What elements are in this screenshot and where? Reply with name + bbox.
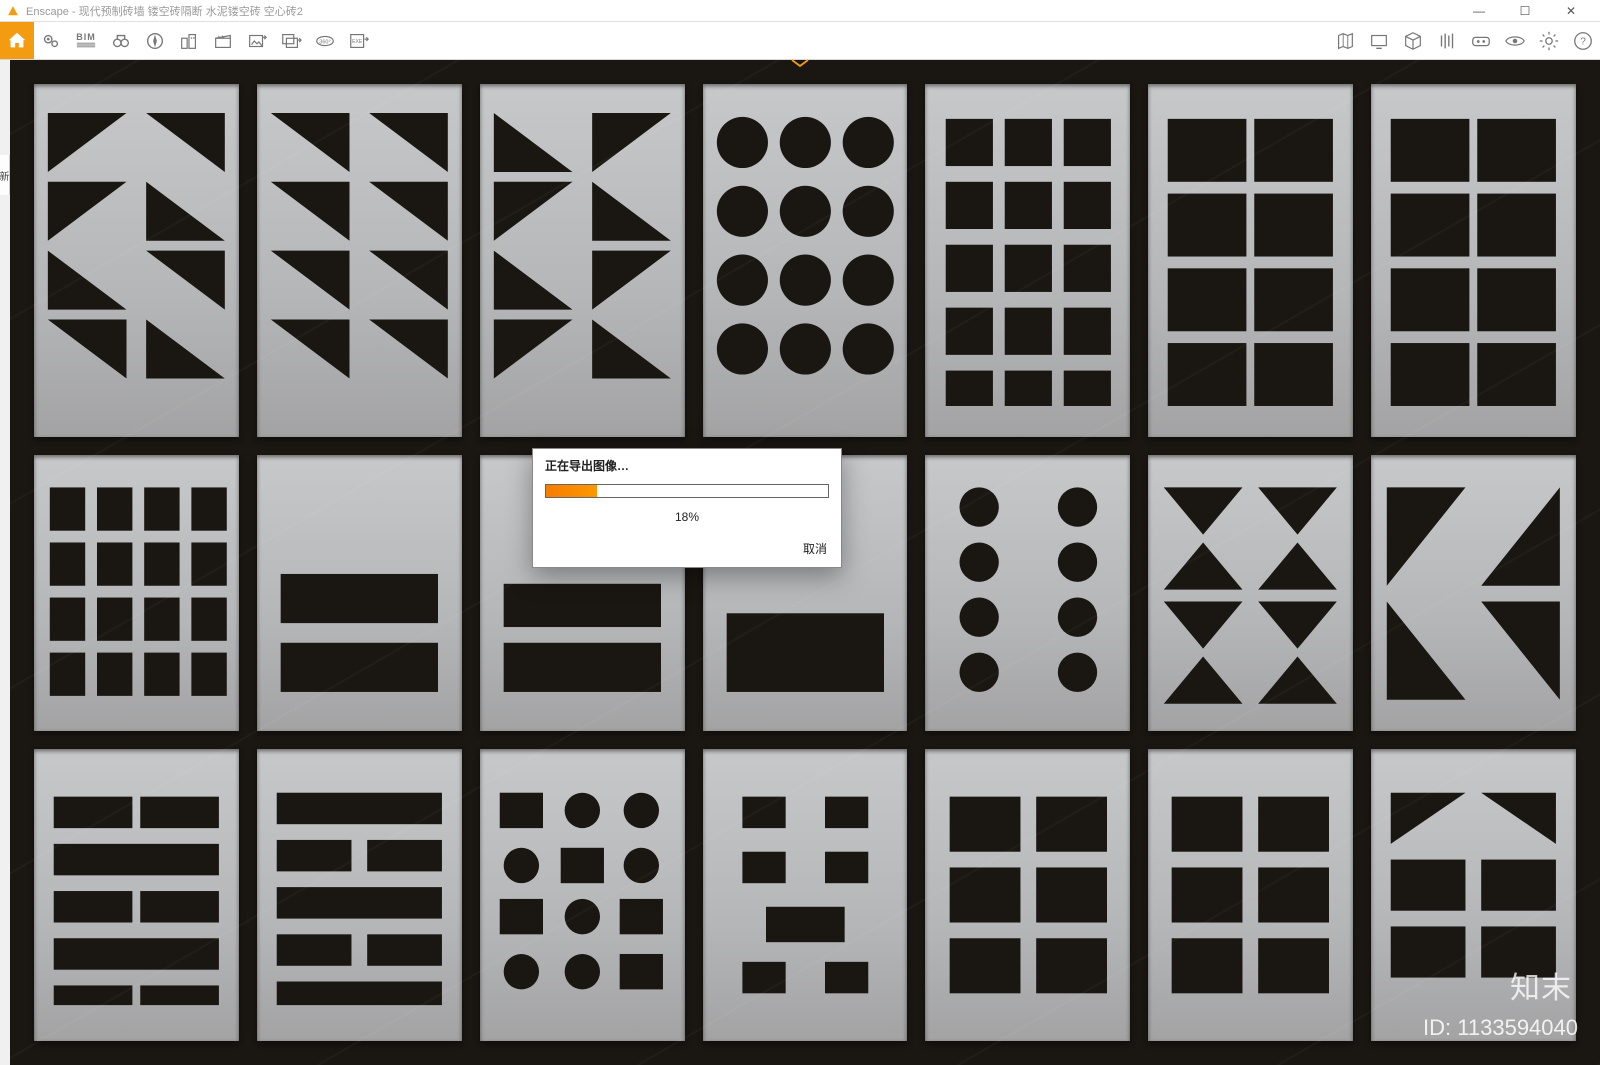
watermark-brand: 知末: [1510, 963, 1572, 1007]
sample-open-squares-2: [1371, 84, 1576, 437]
progress-fill: [546, 485, 597, 497]
dialog-title: 正在导出图像…: [533, 449, 841, 484]
cropped-background-window: 新: [0, 155, 10, 195]
compass-button[interactable]: [138, 22, 172, 59]
clapperboard-button[interactable]: [206, 22, 240, 59]
window-title: Enscape - 现代预制砖墙 镂空砖隔断 水泥镂空砖 空心砖2: [26, 3, 1456, 19]
minimize-button[interactable]: —: [1456, 0, 1502, 22]
audio-lines-button[interactable]: [1430, 22, 1464, 59]
titlebar: Enscape - 现代预制砖墙 镂空砖隔断 水泥镂空砖 空心砖2 — ☐ ✕: [0, 0, 1600, 22]
sample-tri-mixed-1: [34, 84, 239, 437]
cancel-button[interactable]: 取消: [803, 540, 827, 557]
progress-percent-label: 18%: [533, 502, 841, 534]
sample-squares-4x4: [34, 455, 239, 731]
eye-button[interactable]: [1498, 22, 1532, 59]
export-exe-button[interactable]: EXE: [342, 22, 376, 59]
location-button[interactable]: [34, 22, 68, 59]
window-controls: — ☐ ✕: [1456, 0, 1594, 22]
sample-large-rects: [925, 749, 1130, 1041]
sample-x-triangles: [1148, 455, 1353, 731]
export-image-button[interactable]: [240, 22, 274, 59]
display-button[interactable]: [1362, 22, 1396, 59]
chevron-down-icon[interactable]: [790, 56, 810, 64]
sample-diag-tri-large: [1371, 455, 1576, 731]
maximize-button[interactable]: ☐: [1502, 0, 1548, 22]
help-button[interactable]: ?: [1566, 22, 1600, 59]
sample-blank-behind-dialog: [257, 455, 462, 731]
sample-circles-small: [925, 455, 1130, 731]
export-progress-dialog: 正在导出图像… 18% 取消: [532, 448, 842, 568]
bim-button[interactable]: BIM: [68, 22, 104, 59]
sample-open-squares: [1148, 84, 1353, 437]
home-button[interactable]: [0, 22, 34, 59]
sample-squares-3x5: [925, 84, 1130, 437]
close-button[interactable]: ✕: [1548, 0, 1594, 22]
export-batch-button[interactable]: [274, 22, 308, 59]
vr-button[interactable]: [1464, 22, 1498, 59]
toolbar: BIM 360° EXE: [0, 22, 1600, 60]
sample-mixed-circle-sq: [480, 749, 685, 1041]
svg-text:EXE: EXE: [352, 38, 363, 44]
render-viewport[interactable]: 正在导出图像… 18% 取消 知末 ID: 1133594040: [10, 60, 1600, 1065]
bim-label: BIM: [76, 33, 96, 42]
sample-slot-bricks: [34, 749, 239, 1041]
progress-container: [533, 484, 841, 502]
progress-bar: [545, 484, 829, 498]
toolbar-left-group: BIM 360° EXE: [0, 22, 376, 59]
sample-tri-right: [257, 84, 462, 437]
svg-text:?: ?: [1580, 36, 1586, 47]
watermark-id: ID: 1133594040: [1423, 1015, 1578, 1041]
settings-button[interactable]: [1532, 22, 1566, 59]
sample-circles-large: [703, 84, 908, 437]
app-name: Enscape: [26, 6, 69, 18]
buildings-button[interactable]: [172, 22, 206, 59]
sample-frame-squares: [703, 749, 908, 1041]
sample-double-tri: [480, 84, 685, 437]
svg-text:360°: 360°: [319, 39, 330, 45]
cube-button[interactable]: [1396, 22, 1430, 59]
document-title: 现代预制砖墙 镂空砖隔断 水泥镂空砖 空心砖2: [79, 6, 303, 18]
pano-360-button[interactable]: 360°: [308, 22, 342, 59]
sample-slot-bricks-2: [257, 749, 462, 1041]
toolbar-right-group: ?: [1328, 22, 1600, 59]
map-button[interactable]: [1328, 22, 1362, 59]
dialog-actions: 取消: [533, 534, 841, 567]
sample-large-rects-2: [1148, 749, 1353, 1041]
app-logo-icon: [6, 4, 20, 18]
binoculars-button[interactable]: [104, 22, 138, 59]
